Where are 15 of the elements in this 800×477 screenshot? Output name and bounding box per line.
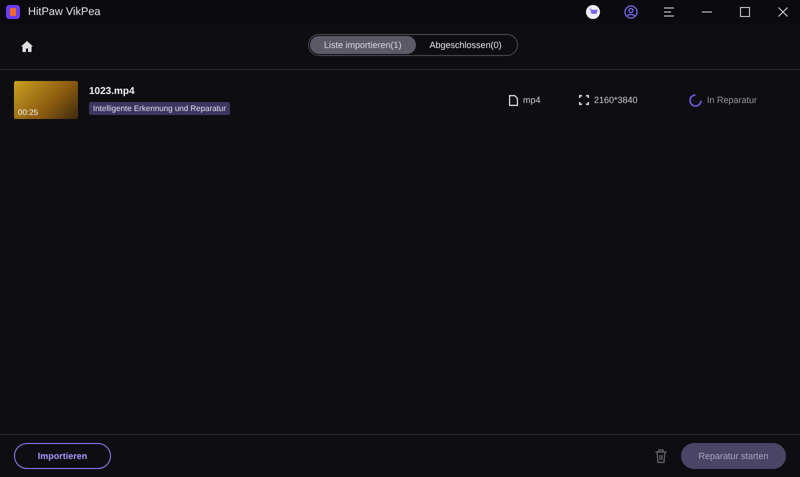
resolution: 2160*3840 (594, 95, 638, 105)
tab[interactable]: Liste importieren(1) (310, 36, 416, 54)
video-duration: 00:25 (18, 108, 38, 117)
resolution-icon (579, 95, 589, 105)
trash-icon[interactable] (655, 449, 667, 463)
repair-status: In Reparatur (707, 95, 758, 105)
file-icon (509, 94, 518, 106)
window-title: HitPaw VikPea (28, 6, 101, 18)
file-format: mp4 (523, 95, 541, 105)
file-name: 1023.mp4 (89, 86, 136, 96)
app-logo-icon (6, 5, 20, 19)
loading-spinner-icon (689, 94, 702, 106)
tab[interactable]: Abgeschlossen(0) (416, 36, 516, 54)
repair-mode-tag: Intelligente Erkennung und Reparatur (89, 102, 230, 114)
import-button[interactable]: Importieren (14, 443, 111, 469)
